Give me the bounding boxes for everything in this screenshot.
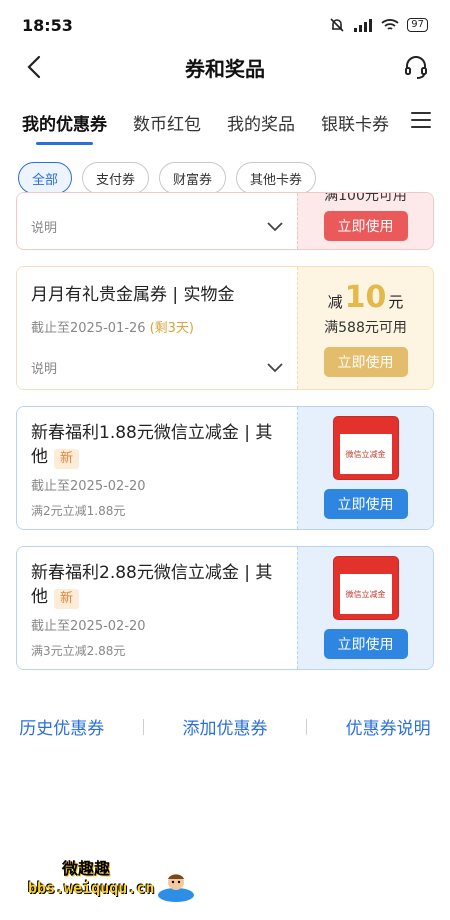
tab-my-coupons[interactable]: 我的优惠券	[22, 110, 107, 145]
tab-unionpay-vouchers[interactable]: 银联卡券	[321, 110, 389, 135]
signal-icon	[354, 19, 373, 32]
wechat-voucher-image: 微信立减金	[333, 417, 398, 479]
coupon-desc-row[interactable]: 说明	[31, 358, 283, 377]
watermark-logo-icon	[158, 874, 194, 902]
coupon-card-info: 新春福利1.88元微信立减金 | 其他新 截止至2025-02-20 满2元立减…	[17, 407, 297, 529]
nav-bar: 券和奖品	[0, 50, 450, 84]
coupon-card: 说明 满100元可用 立即使用	[16, 192, 434, 250]
discount-unit: 元	[388, 292, 404, 311]
coupon-desc-row[interactable]: 说明	[31, 217, 283, 236]
add-coupon-link[interactable]: 添加优惠券	[182, 714, 267, 739]
use-now-button[interactable]: 立即使用	[323, 629, 408, 659]
coupon-card-action: 满100元可用 立即使用	[297, 193, 433, 249]
wechat-voucher-image: 微信立减金	[333, 557, 398, 619]
coupon-expiry: 截止至2025-02-20	[31, 619, 146, 634]
filter-wealth[interactable]: 财富券	[159, 162, 227, 194]
filter-other-cards[interactable]: 其他卡券	[236, 162, 317, 194]
divider	[142, 718, 144, 735]
coupon-card-action: 微信立减金 立即使用	[297, 547, 433, 669]
coupon-condition: 满2元立减1.88元	[31, 504, 126, 518]
tab-bar: 我的优惠券 数币红包 我的奖品 银联卡券	[0, 96, 450, 148]
use-now-button[interactable]: 立即使用	[323, 211, 408, 241]
chevron-left-icon	[27, 55, 41, 79]
customer-service-button[interactable]	[400, 51, 432, 83]
back-button[interactable]	[18, 51, 50, 83]
page-title: 券和奖品	[185, 56, 265, 81]
coupon-card: 月月有礼贵金属券 | 实物金 截止至2025-01-26 (剩3天) 说明 减 1…	[16, 266, 434, 390]
battery-icon: 97	[407, 18, 428, 32]
coupon-card-info: 说明	[17, 193, 297, 249]
coupon-card: 新春福利1.88元微信立减金 | 其他新 截止至2025-02-20 满2元立减…	[16, 406, 434, 530]
coupon-expiry: 截止至2025-01-26 (剩3天)	[31, 317, 283, 336]
status-icons: 97	[329, 17, 428, 33]
chevron-down-icon	[267, 221, 283, 231]
coupon-card-info: 新春福利2.88元微信立减金 | 其他新 截止至2025-02-20 满3元立减…	[17, 547, 297, 669]
coupon-explain-link[interactable]: 优惠券说明	[346, 714, 431, 739]
use-now-button[interactable]: 立即使用	[323, 489, 408, 519]
coupon-discount: 减 10 元	[328, 280, 404, 315]
tab-digital-red-packet[interactable]: 数币红包	[133, 110, 201, 135]
coupon-condition: 满588元可用	[324, 319, 407, 336]
coupon-card-info: 月月有礼贵金属券 | 实物金 截止至2025-01-26 (剩3天) 说明	[17, 267, 297, 389]
coupon-expiry-date: 截止至2025-01-26	[31, 321, 146, 336]
wifi-icon	[381, 19, 399, 30]
wechat-voucher-label: 微信立减金	[339, 434, 392, 474]
wechat-voucher-label: 微信立减金	[339, 574, 392, 614]
chevron-down-icon	[267, 362, 283, 372]
coupon-card-action: 减 10 元 满588元可用 立即使用	[297, 267, 433, 389]
divider	[306, 718, 308, 735]
coupon-desc-label: 说明	[31, 362, 58, 377]
coupon-list: 说明 满100元可用 立即使用 月月有礼贵金属券 | 实物金 截止至2025-0…	[16, 192, 434, 686]
watermark-url: bbs.weiququ.cn	[28, 879, 155, 897]
status-bar: 18:53 97	[0, 0, 450, 50]
coupon-card-action: 微信立减金 立即使用	[297, 407, 433, 529]
use-now-button[interactable]: 立即使用	[323, 346, 408, 377]
coupon-expiry: 截止至2025-02-20	[31, 479, 146, 494]
coupon-desc-label: 说明	[31, 221, 58, 236]
coupon-title: 月月有礼贵金属券 | 实物金	[31, 285, 235, 305]
headset-icon	[405, 56, 427, 79]
watermark: 微趣趣 bbs.weiququ.cn	[28, 855, 194, 902]
status-time: 18:53	[22, 15, 73, 35]
coupon-condition: 满3元立减2.88元	[31, 644, 126, 658]
watermark-title: 微趣趣	[62, 859, 111, 878]
tab-menu-button[interactable]	[410, 110, 432, 134]
tab-my-prizes[interactable]: 我的奖品	[227, 110, 295, 135]
coupon-title: 新春福利1.88元微信立减金 | 其他新	[31, 421, 283, 469]
discount-prefix: 减	[327, 292, 343, 311]
filter-all[interactable]: 全部	[18, 162, 73, 194]
coupon-remaining-days: (剩3天)	[149, 321, 194, 336]
coupon-condition: 满100元可用	[324, 192, 407, 204]
menu-icon	[411, 112, 431, 128]
history-coupons-link[interactable]: 历史优惠券	[19, 714, 104, 739]
new-badge: 新	[54, 449, 80, 469]
mute-icon	[330, 18, 344, 32]
new-badge: 新	[54, 589, 80, 609]
coupon-title: 新春福利2.88元微信立减金 | 其他新	[31, 561, 283, 609]
coupon-card: 新春福利2.88元微信立减金 | 其他新 截止至2025-02-20 满3元立减…	[16, 546, 434, 670]
filter-payment[interactable]: 支付券	[82, 162, 150, 194]
discount-amount: 10	[344, 279, 387, 315]
footer-links: 历史优惠券 添加优惠券 优惠券说明	[0, 714, 450, 739]
